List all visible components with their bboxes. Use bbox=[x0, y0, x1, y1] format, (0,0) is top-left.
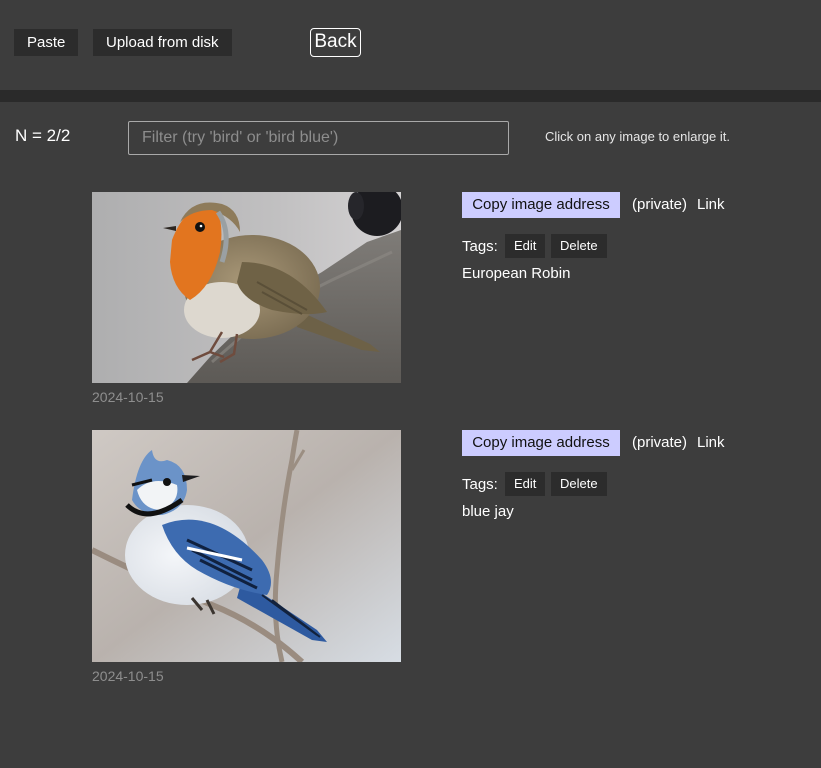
tags-label: Tags: bbox=[462, 476, 498, 493]
delete-button[interactable]: Delete bbox=[551, 472, 607, 496]
filter-input[interactable] bbox=[128, 121, 509, 155]
robin-photo[interactable] bbox=[92, 192, 401, 383]
result-count: N = 2/2 bbox=[15, 126, 71, 145]
edit-tags-button[interactable]: Edit bbox=[505, 234, 546, 258]
back-button[interactable]: Back bbox=[310, 28, 361, 57]
tag-value: blue jay bbox=[462, 503, 514, 520]
image-date: 2024-10-15 bbox=[92, 389, 164, 405]
enlarge-hint: Click on any image to enlarge it. bbox=[545, 129, 730, 144]
image-date: 2024-10-15 bbox=[92, 668, 164, 684]
paste-button[interactable]: Paste bbox=[14, 29, 79, 56]
edit-tags-button[interactable]: Edit bbox=[505, 472, 546, 496]
delete-button[interactable]: Delete bbox=[551, 234, 607, 258]
image-link[interactable]: Link bbox=[697, 196, 725, 213]
copy-image-address-button[interactable]: Copy image address bbox=[462, 192, 620, 218]
tags-label: Tags: bbox=[462, 238, 498, 255]
header-divider bbox=[0, 90, 821, 102]
visibility-label: (private) bbox=[632, 196, 688, 213]
image-link[interactable]: Link bbox=[697, 434, 725, 451]
top-toolbar: Paste Upload from disk Back bbox=[0, 0, 821, 90]
visibility-label: (private) bbox=[632, 434, 688, 451]
copy-image-address-button[interactable]: Copy image address bbox=[462, 430, 620, 456]
upload-from-disk-button[interactable]: Upload from disk bbox=[93, 29, 232, 56]
blue-jay-photo[interactable] bbox=[92, 430, 401, 662]
tag-value: European Robin bbox=[462, 265, 571, 282]
